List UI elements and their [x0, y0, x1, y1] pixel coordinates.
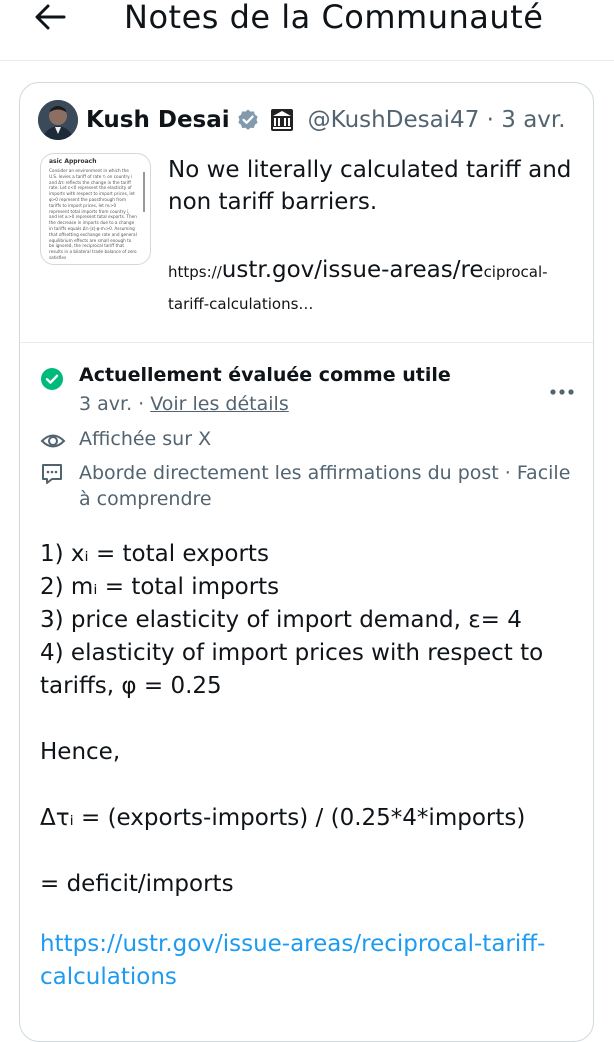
more-options-button[interactable] — [546, 382, 578, 402]
verified-badge-icon — [236, 108, 260, 132]
government-org-icon — [270, 108, 294, 132]
thumbnail-scrollbar — [143, 172, 145, 212]
note-line: 4) elasticity of import prices with resp… — [40, 640, 544, 699]
note-line: 1) xᵢ = total exports — [40, 541, 269, 567]
note-addresses-text: Aborde directement les affirmations du p… — [79, 462, 571, 510]
back-button[interactable] — [30, 0, 70, 34]
note-line: = deficit/imports — [40, 871, 234, 897]
document-thumbnail[interactable]: asic Approach Consider an environment in… — [40, 153, 151, 265]
shown-on-label: Affichée sur X — [79, 428, 212, 450]
note-line: Δτᵢ = (exports-imports) / (0.25*4*import… — [40, 805, 526, 831]
view-details-link[interactable]: Voir les détails — [150, 393, 288, 415]
note-body: 1) xᵢ = total exports 2) mᵢ = total impo… — [40, 538, 585, 901]
author-name[interactable]: Kush Desai — [86, 107, 230, 133]
header: Notes de la Communauté — [0, 0, 614, 60]
note-line: 2) mᵢ = total imports — [40, 574, 280, 600]
check-circle-icon — [40, 367, 64, 391]
note-date: 3 avr. — [79, 393, 133, 415]
card-divider — [20, 342, 593, 343]
note-line: Hence, — [40, 739, 121, 765]
meta-separator: · — [132, 393, 151, 415]
note-line: 3) price elasticity of import demand, ε=… — [40, 607, 522, 633]
header-divider — [0, 60, 614, 61]
thumbnail-title: asic Approach — [49, 158, 97, 165]
author-handle[interactable]: @KushDesai47 · 3 avr. — [308, 107, 566, 133]
author-line: Kush Desai @KushDesai47 · 3 avr. — [86, 104, 566, 136]
thumbnail-text: Consider an environment in which the U.S… — [49, 168, 137, 260]
arrow-left-icon — [35, 4, 66, 30]
avatar[interactable] — [38, 100, 78, 140]
post-text: No we literally calculated tariff and no… — [168, 157, 572, 215]
page-title: Notes de la Communauté — [124, 0, 544, 36]
eye-icon — [40, 430, 66, 452]
note-meta: 3 avr. · Voir les détails — [79, 393, 289, 415]
more-horizontal-icon — [550, 389, 574, 395]
post-link[interactable]: https://ustr.gov/issue-areas/reciprocal-… — [168, 254, 578, 320]
source-link[interactable]: https://ustr.gov/issue-areas/reciprocal-… — [40, 928, 585, 994]
note-status-title: Actuellement évaluée comme utile — [79, 364, 451, 386]
comment-icon — [40, 462, 64, 486]
